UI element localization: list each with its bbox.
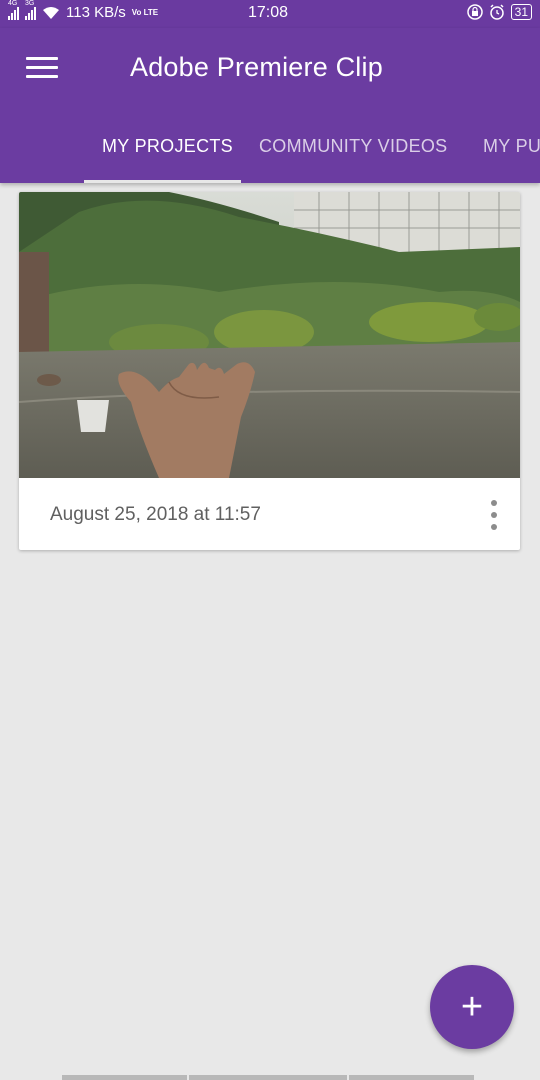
tab-my-published[interactable]: MY PU (483, 136, 540, 157)
signal-3g-icon: 3G (25, 0, 36, 20)
tab-community-videos[interactable]: COMMUNITY VIDEOS (259, 136, 447, 157)
wifi-icon (43, 6, 59, 19)
status-time: 17:08 (248, 4, 289, 21)
status-right: 31 (466, 4, 532, 20)
plus-icon: + (460, 986, 484, 1028)
status-bar: 4G 3G 113 KB/s Vo LTE 17:08 31 (0, 0, 540, 28)
project-date: August 25, 2018 at 11:57 (50, 504, 261, 525)
alarm-icon (489, 4, 504, 20)
tab-bar: MY PROJECTS COMMUNITY VIDEOS MY PU (0, 128, 540, 183)
signal-4g-icon: 4G (8, 0, 19, 20)
tab-my-projects[interactable]: MY PROJECTS (102, 136, 233, 157)
hamburger-menu-icon[interactable] (26, 57, 58, 81)
network-speed: 113 KB/s (66, 4, 126, 21)
app-bar: Adobe Premiere Clip MY PROJECTS COMMUNIT… (0, 28, 540, 183)
navigation-handle (62, 1075, 474, 1080)
battery-icon: 31 (510, 4, 532, 20)
more-vert-icon[interactable] (485, 500, 503, 530)
project-card[interactable]: August 25, 2018 at 11:57 (19, 192, 520, 550)
active-tab-indicator (84, 180, 241, 183)
project-thumbnail[interactable] (19, 192, 520, 478)
lock-icon (466, 4, 483, 20)
volte-icon: Vo LTE (131, 7, 159, 17)
add-project-button[interactable]: + (430, 965, 514, 1049)
status-left: 4G 3G 113 KB/s Vo LTE (8, 0, 159, 21)
app-title: Adobe Premiere Clip (130, 52, 383, 82)
